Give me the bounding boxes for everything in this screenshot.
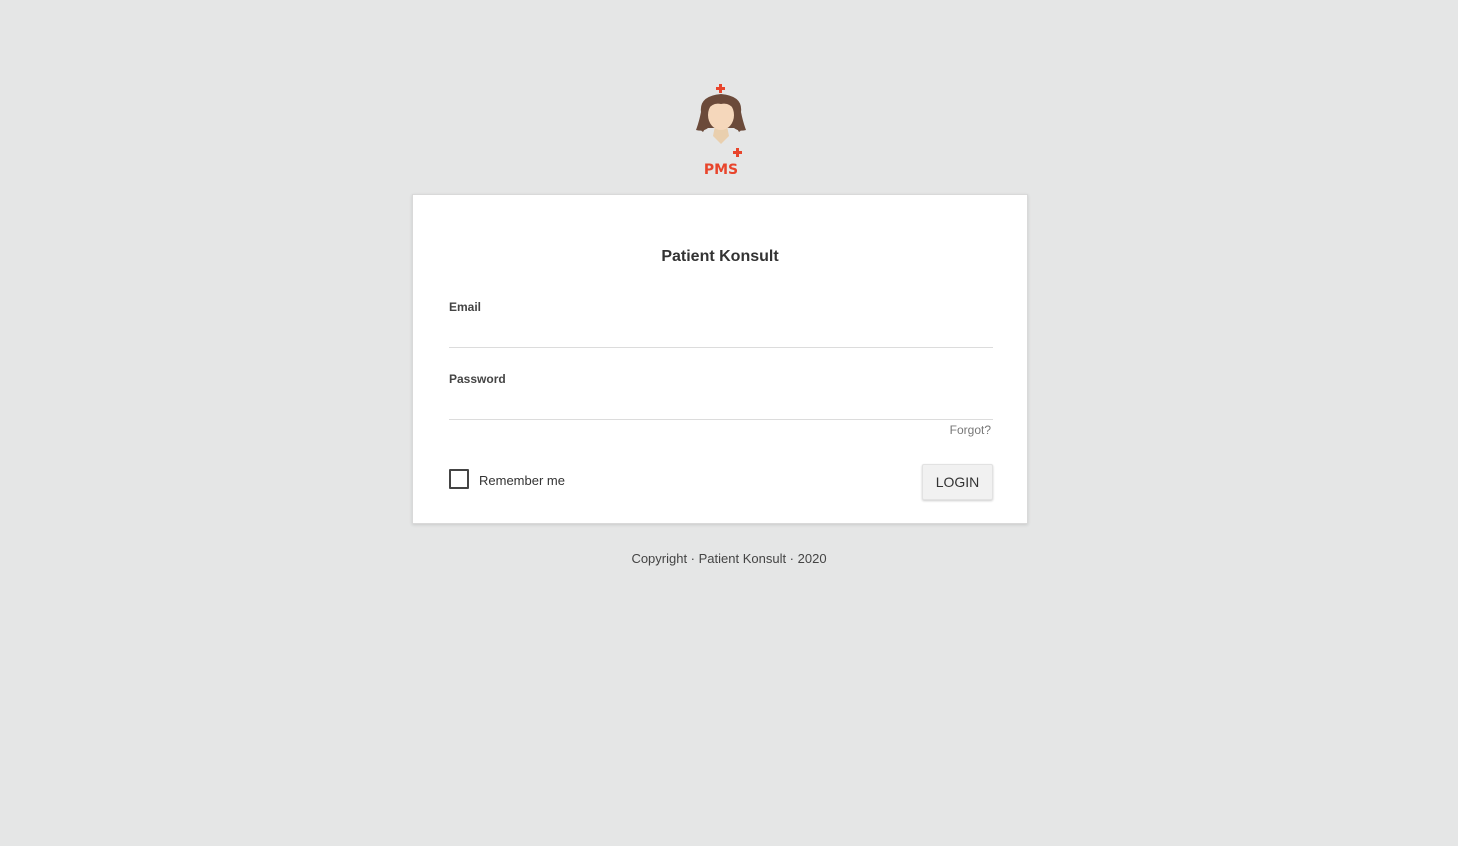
email-field-group: Email — [449, 300, 993, 348]
login-button[interactable]: LOGIN — [922, 464, 993, 500]
remember-me-checkbox[interactable] — [449, 469, 469, 489]
login-card: Patient Konsult Email Password Forgot? R… — [412, 194, 1028, 524]
logo-text: PMS — [703, 162, 739, 178]
password-field-group: Password — [449, 372, 993, 420]
email-input[interactable] — [449, 320, 993, 348]
forgot-password-link[interactable]: Forgot? — [950, 423, 991, 437]
nurse-icon — [696, 84, 746, 157]
remember-me-toggle[interactable]: Remember me — [449, 469, 565, 489]
remember-me-label: Remember me — [479, 472, 565, 488]
footer-copyright: Copyright · Patient Konsult · 2020 — [631, 551, 827, 566]
email-label: Email — [449, 300, 482, 314]
password-input[interactable] — [449, 392, 993, 420]
password-label: Password — [449, 372, 506, 386]
page-title: Patient Konsult — [661, 248, 779, 265]
app-logo: PMS — [689, 82, 753, 182]
